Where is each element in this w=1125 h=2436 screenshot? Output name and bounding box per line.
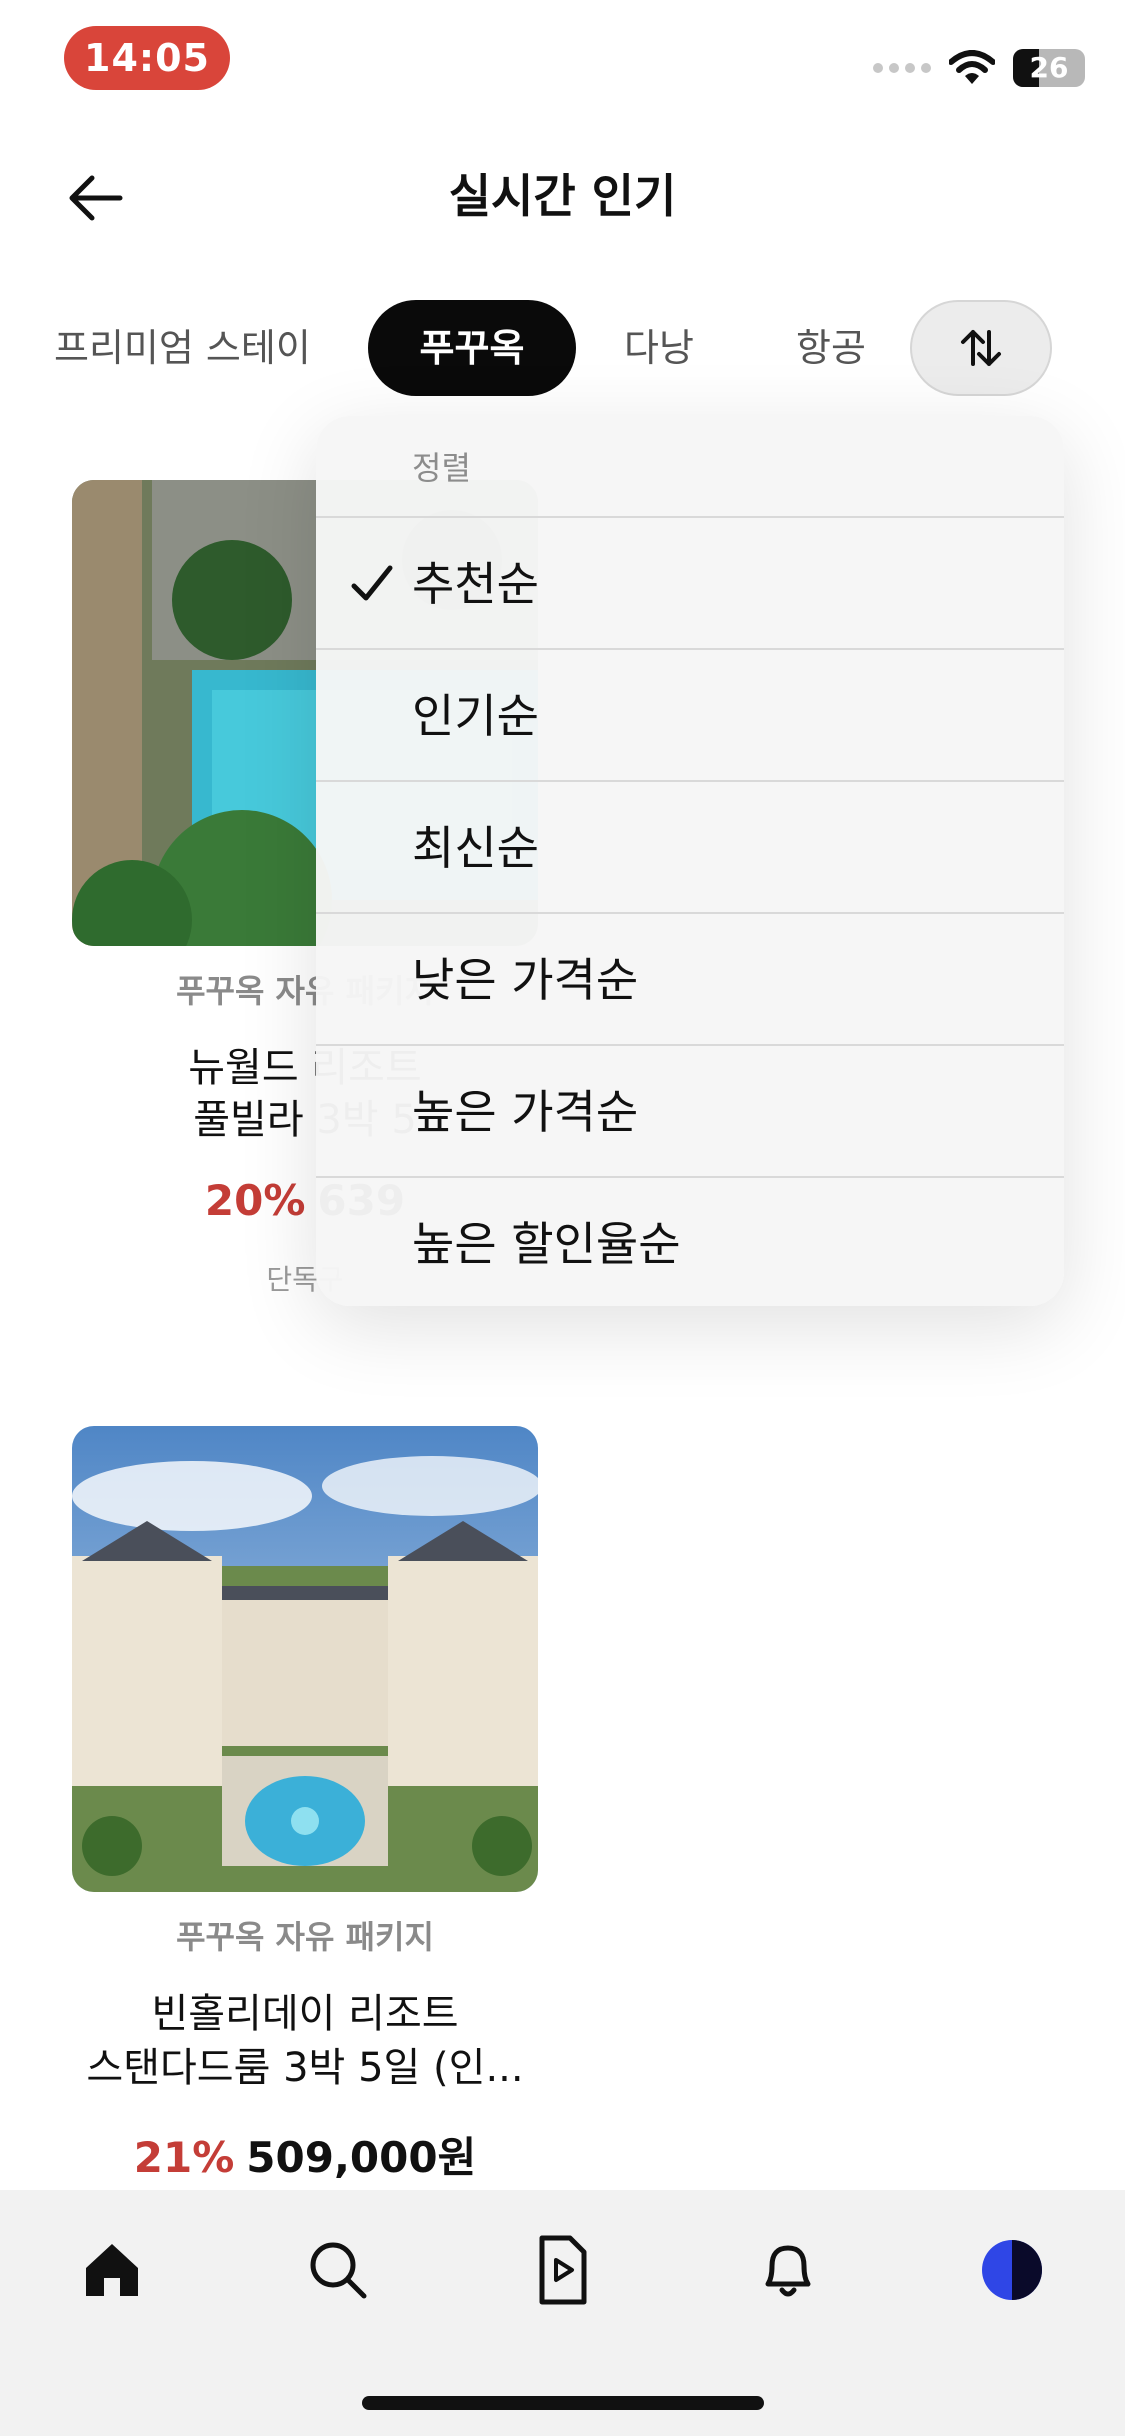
sort-option-label: 최신순 bbox=[412, 821, 539, 875]
screen: 14:05 26 실시간 인기 프리미엄 스테이 푸꾸옥 다낭 항공 푸꾸옥 자… bbox=[0, 0, 1125, 2436]
product-price: 21% 509,000원 bbox=[72, 2124, 538, 2185]
status-icons: 26 bbox=[873, 40, 1085, 96]
bell-icon bbox=[765, 2245, 811, 2297]
sort-option-popular[interactable]: 인기순 bbox=[316, 648, 1064, 780]
checkmark-icon bbox=[351, 565, 393, 601]
tab-phuquoc[interactable]: 푸꾸옥 bbox=[368, 300, 576, 396]
category-tabs: 프리미엄 스테이 푸꾸옥 다낭 항공 bbox=[0, 300, 1125, 396]
sort-button[interactable] bbox=[910, 300, 1052, 396]
sort-option-high-discount[interactable]: 높은 할인율순 bbox=[316, 1176, 1064, 1306]
tab-video[interactable] bbox=[522, 2230, 602, 2310]
product-name-line1[interactable]: 빈홀리데이 리조트 bbox=[72, 1988, 538, 2040]
sort-option-low-price[interactable]: 낮은 가격순 bbox=[316, 912, 1064, 1044]
profile-avatar bbox=[982, 2240, 1042, 2300]
home-indicator bbox=[362, 2396, 764, 2410]
tab-home[interactable] bbox=[72, 2230, 152, 2310]
tab-search[interactable] bbox=[298, 2230, 378, 2310]
page-title: 실시간 인기 bbox=[448, 169, 677, 223]
sort-menu: 정렬 추천순 인기순 최신순 낮은 가격순 높은 가격순 높은 할인율순 bbox=[316, 416, 1064, 1306]
discount-rate: 21% bbox=[133, 2133, 235, 2182]
discount-rate: 20% bbox=[204, 1176, 306, 1225]
video-icon bbox=[539, 2235, 587, 2305]
wifi-icon bbox=[949, 50, 995, 84]
sort-option-label: 낮은 가격순 bbox=[412, 953, 639, 1007]
battery-level: 26 bbox=[1029, 51, 1069, 84]
tab-notifications[interactable] bbox=[748, 2230, 828, 2310]
sort-menu-title: 정렬 bbox=[412, 449, 471, 487]
sort-option-label: 추천순 bbox=[412, 557, 539, 611]
product-category: 푸꾸옥 자유 패키지 bbox=[176, 1918, 434, 1956]
tab-premium-stay[interactable]: 프리미엄 스테이 bbox=[54, 300, 311, 396]
sort-option-newest[interactable]: 최신순 bbox=[316, 780, 1064, 912]
product-name-line2[interactable]: 스탠다드룸 3박 5일 (인... bbox=[72, 2042, 538, 2094]
sort-option-recommended[interactable]: 추천순 bbox=[316, 516, 1064, 648]
sort-option-label: 높은 가격순 bbox=[412, 1085, 639, 1139]
tab-danang[interactable]: 다낭 bbox=[624, 300, 694, 396]
sort-arrows-icon bbox=[961, 330, 1001, 366]
home-icon bbox=[86, 2244, 138, 2296]
sort-option-label: 높은 할인율순 bbox=[412, 1217, 681, 1271]
product-image-vinholidays[interactable] bbox=[72, 1426, 538, 1892]
search-icon bbox=[310, 2242, 367, 2299]
sort-option-high-price[interactable]: 높은 가격순 bbox=[316, 1044, 1064, 1176]
sort-option-label: 인기순 bbox=[412, 689, 539, 743]
tab-air[interactable]: 항공 bbox=[796, 300, 866, 396]
tab-profile[interactable] bbox=[972, 2230, 1052, 2310]
battery-icon: 26 bbox=[1013, 49, 1085, 87]
status-time: 14:05 bbox=[64, 26, 230, 90]
cellular-signal-icon bbox=[873, 63, 931, 73]
price-value: 509,000원 bbox=[246, 2133, 477, 2182]
